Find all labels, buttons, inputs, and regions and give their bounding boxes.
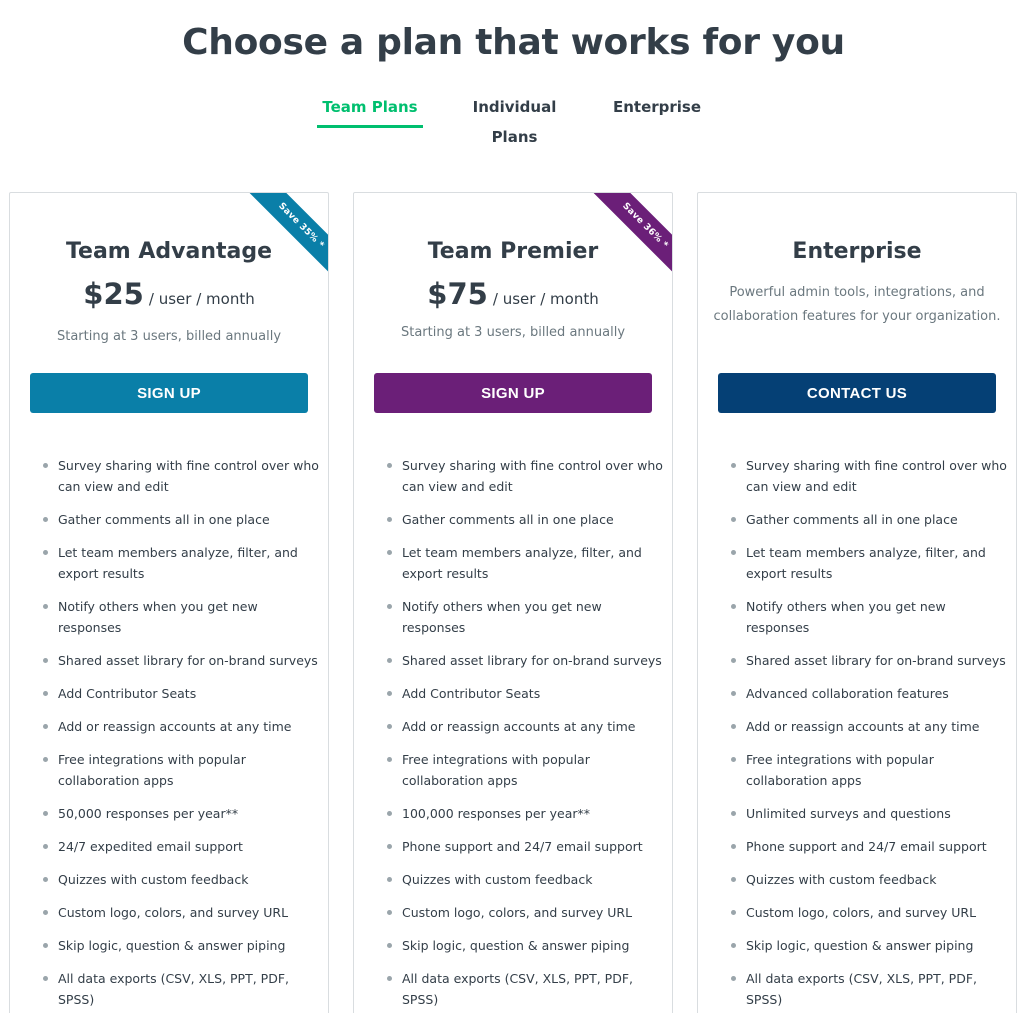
feature-item: Add Contributor Seats — [30, 683, 320, 704]
feature-item: Shared asset library for on-brand survey… — [30, 650, 320, 671]
page-title: Choose a plan that works for you — [182, 22, 845, 63]
feature-item: Skip logic, question & answer piping — [30, 935, 320, 956]
feature-item: All data exports (CSV, XLS, PPT, PDF, SP… — [30, 968, 320, 1010]
feature-item: Add or reassign accounts at any time — [30, 716, 320, 737]
feature-item: Notify others when you get new responses — [374, 596, 664, 638]
feature-item: Shared asset library for on-brand survey… — [718, 650, 1008, 671]
plan-title: Team Premier — [427, 239, 599, 264]
feature-item: Shared asset library for on-brand survey… — [374, 650, 664, 671]
tab-enterprise[interactable]: Enterprise — [612, 92, 702, 128]
price-row: $25 / user / month — [10, 277, 328, 311]
feature-item: 24/7 expedited email support — [30, 836, 320, 857]
feature-item: Custom logo, colors, and survey URL — [718, 902, 1008, 923]
feature-item: Custom logo, colors, and survey URL — [30, 902, 320, 923]
price-unit: / user / month — [492, 290, 599, 308]
feature-item: Gather comments all in one place — [374, 509, 664, 530]
contact-us-button[interactable]: CONTACT US — [718, 373, 996, 413]
plan-card-team-premier: Save 36% * Team Premier $75 / user / mon… — [353, 192, 673, 1013]
feature-item: Let team members analyze, filter, and ex… — [30, 542, 320, 584]
feature-item: Free integrations with popular collabora… — [374, 749, 664, 791]
feature-item: Gather comments all in one place — [718, 509, 1008, 530]
feature-item: Add or reassign accounts at any time — [374, 716, 664, 737]
price-amount: $75 — [427, 277, 488, 311]
feature-item: Phone support and 24/7 email support — [718, 836, 1008, 857]
feature-item: Add Contributor Seats — [374, 683, 664, 704]
feature-item: Free integrations with popular collabora… — [30, 749, 320, 791]
feature-list: Survey sharing with fine control over wh… — [718, 455, 1008, 1013]
feature-list: Survey sharing with fine control over wh… — [374, 455, 664, 1013]
feature-item: Quizzes with custom feedback — [30, 869, 320, 890]
feature-item: Let team members analyze, filter, and ex… — [718, 542, 1008, 584]
plan-description: Powerful admin tools, integrations, and … — [713, 285, 1001, 324]
feature-item: Free integrations with popular collabora… — [718, 749, 1008, 791]
price-amount: $25 — [83, 277, 144, 311]
plan-tabs: Team Plans Individual Plans Enterprise — [0, 92, 1027, 146]
feature-item: Survey sharing with fine control over wh… — [30, 455, 320, 497]
feature-item: Advanced collaboration features — [718, 683, 1008, 704]
price-unit: / user / month — [148, 290, 255, 308]
feature-item: All data exports (CSV, XLS, PPT, PDF, SP… — [718, 968, 1008, 1010]
feature-item: Unlimited surveys and questions — [718, 803, 1008, 824]
feature-item: Notify others when you get new responses — [30, 596, 320, 638]
feature-item: Skip logic, question & answer piping — [718, 935, 1008, 956]
billing-note: Starting at 3 users, billed annually — [400, 325, 626, 340]
feature-item: Quizzes with custom feedback — [374, 869, 664, 890]
feature-item: All data exports (CSV, XLS, PPT, PDF, SP… — [374, 968, 664, 1010]
feature-item: Notify others when you get new responses — [718, 596, 1008, 638]
sign-up-button[interactable]: SIGN UP — [30, 373, 308, 413]
feature-item: Gather comments all in one place — [30, 509, 320, 530]
feature-item: 100,000 responses per year** — [374, 803, 664, 824]
feature-list: Survey sharing with fine control over wh… — [30, 455, 320, 1013]
plan-title: Enterprise — [792, 239, 922, 264]
price-row: $75 / user / month — [354, 277, 672, 311]
feature-item: Let team members analyze, filter, and ex… — [374, 542, 664, 584]
feature-item: Custom logo, colors, and survey URL — [374, 902, 664, 923]
sign-up-button[interactable]: SIGN UP — [374, 373, 652, 413]
feature-item: 50,000 responses per year** — [30, 803, 320, 824]
tab-individual-plans[interactable]: Individual Plans — [448, 92, 581, 146]
feature-item: Skip logic, question & answer piping — [374, 935, 664, 956]
feature-item: Quizzes with custom feedback — [718, 869, 1008, 890]
feature-item: Phone support and 24/7 email support — [374, 836, 664, 857]
feature-item: Survey sharing with fine control over wh… — [718, 455, 1008, 497]
feature-item: Survey sharing with fine control over wh… — [374, 455, 664, 497]
billing-note: Starting at 3 users, billed annually — [56, 329, 282, 344]
plan-card-team-advantage: Save 35% * Team Advantage $25 / user / m… — [9, 192, 329, 1013]
plan-card-enterprise: Enterprise Powerful admin tools, integra… — [697, 192, 1017, 1013]
feature-item: Add or reassign accounts at any time — [718, 716, 1008, 737]
tab-team-plans[interactable]: Team Plans — [317, 92, 423, 128]
plan-title: Team Advantage — [65, 239, 273, 264]
